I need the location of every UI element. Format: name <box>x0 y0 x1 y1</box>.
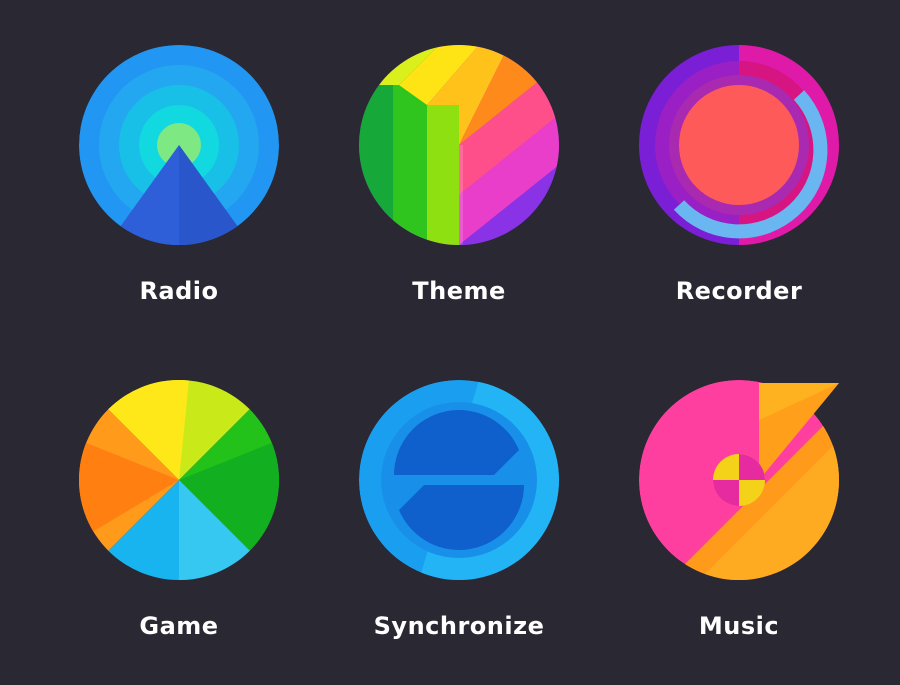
music-label: Music <box>698 612 780 640</box>
recorder-label: Recorder <box>675 277 803 305</box>
synchronize-icon[interactable] <box>359 380 559 580</box>
radio-app-tile[interactable]: Radio <box>69 45 289 345</box>
recorder-app-tile[interactable]: Recorder <box>629 45 849 345</box>
game-app-tile[interactable]: Game <box>69 380 289 680</box>
synchronize-app-tile[interactable]: Synchronize <box>349 380 569 680</box>
radio-label: Radio <box>139 277 219 305</box>
music-app-tile[interactable]: Music <box>629 380 849 680</box>
game-label: Game <box>139 612 219 640</box>
game-icon[interactable] <box>79 380 279 580</box>
radio-icon[interactable] <box>79 45 279 245</box>
theme-app-tile[interactable]: Theme <box>349 45 569 345</box>
recorder-icon[interactable] <box>639 45 839 245</box>
theme-icon[interactable] <box>359 45 559 245</box>
icon-grid: Radio Theme Recorder Game Synchronize Mu… <box>0 0 900 685</box>
music-icon[interactable] <box>639 380 839 580</box>
theme-label: Theme <box>412 277 506 305</box>
synchronize-label: Synchronize <box>373 612 545 640</box>
